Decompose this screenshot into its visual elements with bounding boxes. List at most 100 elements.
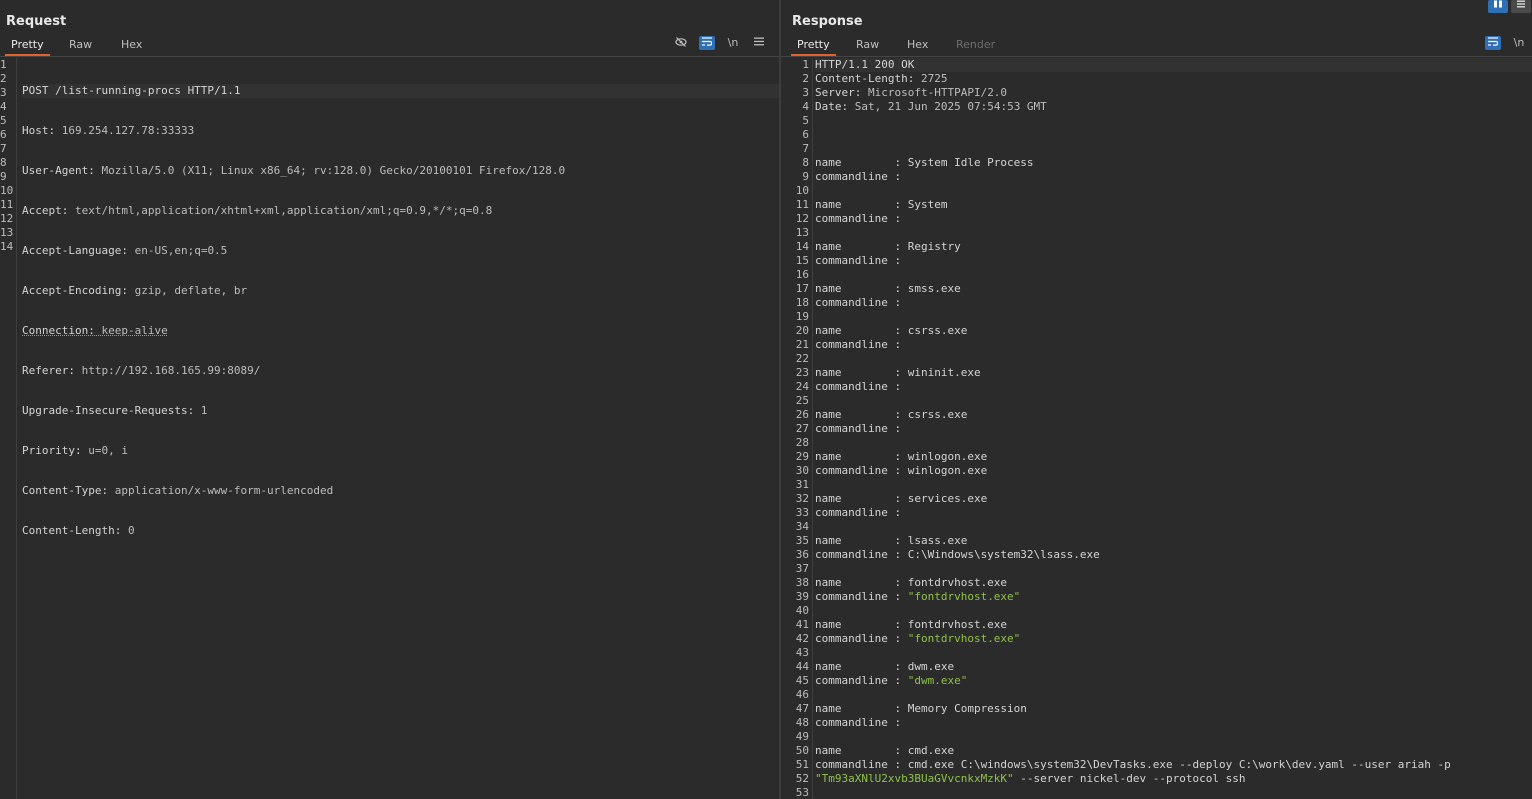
- response-text: name : fontdrvhost.exe: [815, 576, 1008, 589]
- header-name: User-Agent:: [22, 164, 95, 177]
- response-text: name : lsass.exe: [815, 534, 968, 547]
- response-text: commandline :: [815, 254, 902, 267]
- line-number: 4: [802, 100, 809, 113]
- line-number: 1: [0, 58, 7, 71]
- response-line: [815, 786, 1532, 799]
- response-line: HTTP/1.1 200 OK: [815, 58, 1532, 72]
- line-number: 21: [795, 338, 809, 351]
- response-line: [815, 114, 1532, 128]
- request-line: Host: 169.254.127.78:33333: [22, 124, 779, 138]
- response-string: "fontdrvhost.exe": [907, 632, 1021, 645]
- request-tabs: Pretty Raw Hex: [0, 36, 779, 56]
- response-code[interactable]: HTTP/1.1 200 OK Content-Length: 2725 Serve…: [815, 58, 1532, 799]
- response-value: 2725: [914, 72, 948, 85]
- response-line: name : System: [815, 198, 1532, 212]
- line-number: 5: [0, 114, 7, 127]
- response-line: [815, 394, 1532, 408]
- request-line: Upgrade-Insecure-Requests: 1: [22, 404, 779, 418]
- response-text: name : System: [815, 198, 948, 211]
- response-text: commandline :: [815, 170, 902, 183]
- request-code[interactable]: POST /list-running-procs HTTP/1.1 Host: …: [22, 58, 779, 644]
- request-line: Content-Type: application/x-www-form-url…: [22, 484, 779, 498]
- line-number: 9: [0, 170, 7, 183]
- response-line: [815, 646, 1532, 660]
- request-line: Accept: text/html,application/xhtml+xml,…: [22, 204, 779, 218]
- response-text: --server nickel-dev --protocol ssh: [1013, 772, 1246, 785]
- response-line: [815, 478, 1532, 492]
- response-text: HTTP/1.1 200 OK: [815, 58, 915, 71]
- eye-off-icon[interactable]: [673, 36, 689, 50]
- response-editor[interactable]: 1 2 3 4 5 6 7 8 9 10 11 12 13 14 15 16 17 18 19 20 21 22 23 24 2…: [781, 58, 1532, 799]
- response-line: name : fontdrvhost.exe: [815, 618, 1532, 632]
- response-text: name : dwm.exe: [815, 660, 955, 673]
- line-number: 1: [802, 58, 809, 71]
- line-number: 40: [795, 604, 809, 617]
- layout-menu-icon[interactable]: [1511, 0, 1531, 13]
- response-line-numbers: 1 2 3 4 5 6 7 8 9 10 11 12 13 14 15 16 17 18 19 20 21 22 23 24 2…: [781, 58, 813, 799]
- response-line: commandline : C:\Windows\system32\lsass.…: [815, 548, 1532, 562]
- response-title: Response: [792, 14, 863, 29]
- tab-response-raw[interactable]: Raw: [850, 36, 885, 56]
- tab-response-render[interactable]: Render: [950, 36, 1001, 56]
- response-line: Date: Sat, 21 Jun 2025 07:54:53 GMT: [815, 100, 1532, 114]
- request-line: [22, 604, 779, 618]
- newline-toggle-icon[interactable]: \n: [1511, 36, 1527, 50]
- response-text: commandline :: [815, 590, 908, 603]
- tab-request-pretty[interactable]: Pretty: [5, 36, 50, 56]
- request-line: User-Agent: Mozilla/5.0 (X11; Linux x86_…: [22, 164, 779, 178]
- wrap-lines-icon[interactable]: [699, 36, 715, 50]
- response-text: commandline :: [815, 716, 902, 729]
- request-line: [22, 564, 779, 578]
- wrap-lines-icon[interactable]: [1485, 36, 1501, 50]
- tab-response-pretty[interactable]: Pretty: [791, 36, 836, 56]
- response-tabs: Pretty Raw Hex Render: [781, 36, 1532, 56]
- response-text: name : wininit.exe: [815, 366, 981, 379]
- line-number: 6: [0, 128, 7, 141]
- response-text: commandline : cmd.exe C:\windows\system3…: [815, 758, 1451, 771]
- line-number: 4: [0, 100, 7, 113]
- newline-toggle-icon[interactable]: \n: [725, 36, 741, 50]
- line-number: 26: [795, 408, 809, 421]
- line-number: 10: [0, 184, 14, 197]
- response-line: commandline : winlogon.exe: [815, 464, 1532, 478]
- split-view-icon[interactable]: [1488, 0, 1508, 13]
- tab-request-raw[interactable]: Raw: [63, 36, 98, 56]
- line-number: 12: [795, 212, 809, 225]
- response-text: commandline :: [815, 632, 908, 645]
- response-line: [815, 352, 1532, 366]
- response-text: name : Memory Compression: [815, 702, 1027, 715]
- response-line: name : csrss.exe: [815, 408, 1532, 422]
- line-number: 38: [795, 576, 809, 589]
- request-pane: Request Pretty Raw Hex \n 1 2 3 4 5 6 7 …: [0, 0, 779, 799]
- response-line: [815, 730, 1532, 744]
- line-number: 30: [795, 464, 809, 477]
- line-number: 47: [795, 702, 809, 715]
- line-number: 15: [795, 254, 809, 267]
- header-value: en-US,en;q=0.5: [127, 244, 228, 257]
- response-line: [815, 184, 1532, 198]
- response-line: name : winlogon.exe: [815, 450, 1532, 464]
- line-number: 16: [795, 268, 809, 281]
- line-number: 27: [795, 422, 809, 435]
- response-line: commandline :: [815, 422, 1532, 436]
- line-number: 19: [795, 310, 809, 323]
- line-number: 29: [795, 450, 809, 463]
- request-editor[interactable]: 1 2 3 4 5 6 7 8 9 10 11 12 13 14 POST /l…: [0, 58, 779, 799]
- hamburger-menu-icon[interactable]: [751, 36, 767, 50]
- response-line: name : Memory Compression: [815, 702, 1532, 716]
- tab-response-hex[interactable]: Hex: [901, 36, 934, 56]
- response-text: commandline :: [815, 506, 902, 519]
- line-number: 46: [795, 688, 809, 701]
- response-line: commandline : cmd.exe C:\windows\system3…: [815, 758, 1532, 772]
- line-number: 7: [0, 142, 7, 155]
- header-value: u=0, i: [81, 444, 128, 457]
- line-number: 13: [795, 226, 809, 239]
- tab-request-hex[interactable]: Hex: [115, 36, 148, 56]
- line-number: 2: [802, 72, 809, 85]
- line-number: 45: [795, 674, 809, 687]
- line-number: 48: [795, 716, 809, 729]
- header-value: http://192.168.165.99:8089/: [74, 364, 261, 377]
- header-name: Content-Length:: [22, 524, 122, 537]
- line-number: 8: [802, 156, 809, 169]
- response-text: Date:: [815, 100, 849, 113]
